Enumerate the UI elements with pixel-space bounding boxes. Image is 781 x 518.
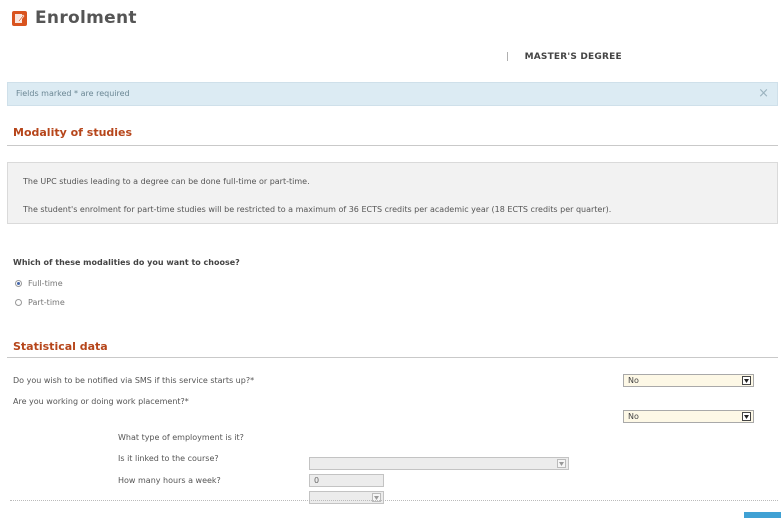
sms-select[interactable]: No xyxy=(623,374,754,387)
chevron-down-icon[interactable] xyxy=(742,376,751,385)
working-select-value: No xyxy=(628,412,639,421)
working-question-label: Are you working or doing work placement?… xyxy=(13,397,189,406)
page-header: Enrolment xyxy=(12,8,137,28)
radio-button[interactable] xyxy=(15,299,22,306)
info-line: The student's enrolment for part-time st… xyxy=(23,205,612,214)
radio-option-part-time[interactable]: Part-time xyxy=(15,298,65,307)
radio-button-checked[interactable] xyxy=(15,280,22,287)
radio-label: Full-time xyxy=(28,279,63,288)
page-title: Enrolment xyxy=(35,8,137,28)
continue-button[interactable] xyxy=(744,512,781,518)
sms-select-value: No xyxy=(628,376,639,385)
degree-indicator: | MASTER'S DEGREE xyxy=(506,52,622,62)
modality-question: Which of these modalities do you want to… xyxy=(13,258,240,267)
sms-question-label: Do you wish to be notified via SMS if th… xyxy=(13,376,255,385)
chevron-down-icon[interactable] xyxy=(742,412,751,421)
radio-label: Part-time xyxy=(28,298,65,307)
close-icon[interactable]: × xyxy=(758,86,769,101)
section-title-statistical: Statistical data xyxy=(13,340,108,353)
radio-option-full-time[interactable]: Full-time xyxy=(15,279,63,288)
info-line: The UPC studies leading to a degree can … xyxy=(23,177,310,186)
employment-type-select[interactable] xyxy=(309,457,569,470)
required-fields-notice: Fields marked * are required × xyxy=(7,82,778,106)
hours-week-input[interactable]: 0 xyxy=(309,474,384,487)
chevron-down-icon[interactable] xyxy=(557,459,566,468)
degree-separator: | xyxy=(506,52,510,62)
edit-icon xyxy=(12,10,27,26)
linked-course-label: Is it linked to the course? xyxy=(118,454,219,463)
degree-label: MASTER'S DEGREE xyxy=(524,52,622,62)
section-divider xyxy=(7,357,778,358)
notice-text: Fields marked * are required xyxy=(16,89,130,98)
hours-week-value: 0 xyxy=(314,476,320,485)
employment-type-label: What type of employment is it? xyxy=(118,433,244,442)
working-select[interactable]: No xyxy=(623,410,754,423)
linked-course-select[interactable] xyxy=(309,491,384,504)
hours-week-label: How many hours a week? xyxy=(118,476,221,485)
form-footer-divider xyxy=(10,500,778,501)
modality-info-box: The UPC studies leading to a degree can … xyxy=(7,162,778,224)
section-title-modality: Modality of studies xyxy=(13,126,133,139)
section-divider xyxy=(7,145,778,146)
